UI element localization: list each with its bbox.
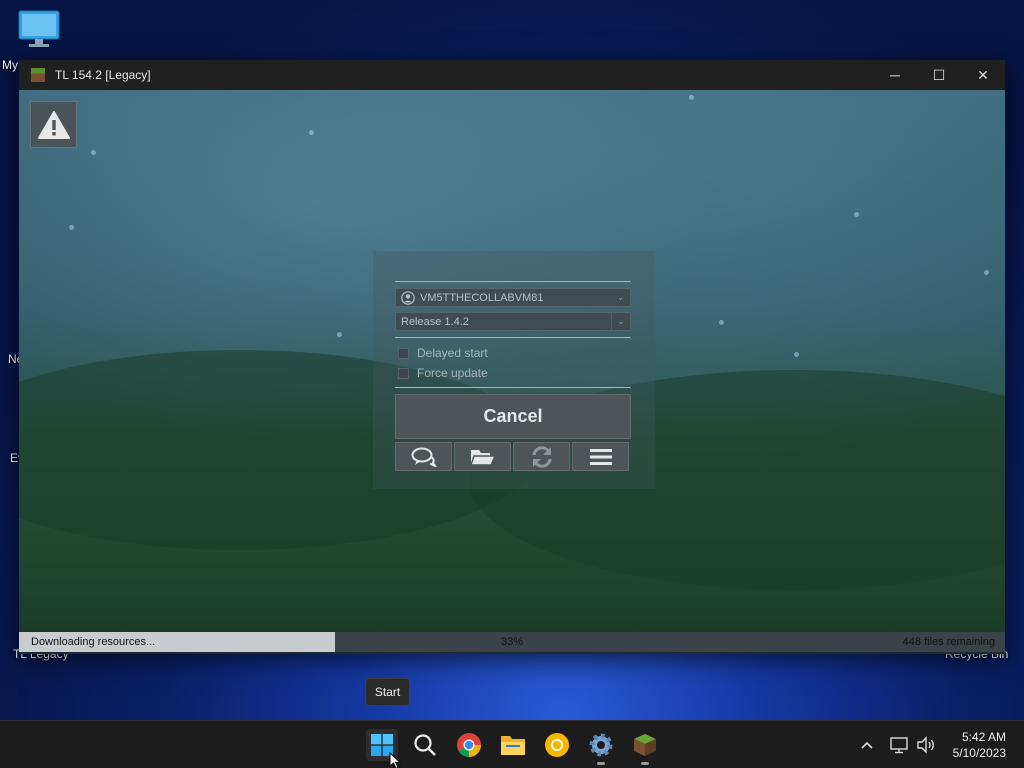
maximize-button[interactable]: ☐	[917, 60, 961, 90]
option-force-update[interactable]: Force update	[398, 366, 488, 380]
divider	[395, 387, 631, 388]
menu-button[interactable]	[572, 442, 629, 471]
snow-particle	[91, 150, 96, 155]
window-title: TL 154.2 [Legacy]	[55, 68, 151, 82]
launcher-panel: VM5TTHECOLLABVM81 ⌄ Release 1.4.2 ⌄ Dela…	[373, 251, 655, 489]
tl-legacy-icon	[634, 734, 656, 756]
running-indicator	[641, 762, 649, 765]
snow-particle	[689, 95, 694, 100]
chevron-up-icon	[861, 741, 873, 749]
delayed-start-checkbox[interactable]	[398, 347, 409, 359]
option-label: Delayed start	[417, 346, 488, 360]
version-select[interactable]: Release 1.4.2 ⌄	[395, 312, 631, 331]
progress-percent: 33%	[501, 636, 524, 648]
chrome-button[interactable]	[455, 731, 483, 759]
chrome-icon	[457, 733, 481, 757]
chrome-canary-icon	[545, 733, 569, 757]
desktop-icon-this-pc[interactable]	[18, 10, 60, 53]
option-delayed-start[interactable]: Delayed start	[398, 346, 488, 360]
close-button[interactable]: ✕	[961, 60, 1005, 90]
file-explorer-button[interactable]	[499, 731, 527, 759]
chrome-canary-button[interactable]	[543, 731, 571, 759]
clock-date: 5/10/2023	[952, 746, 1006, 760]
settings-button[interactable]	[587, 731, 615, 765]
account-name: VM5TTHECOLLABVM81	[420, 291, 544, 304]
show-hidden-icons-button[interactable]	[860, 721, 874, 768]
search-icon	[414, 734, 436, 756]
download-progress-bar: Downloading resources... 33% 448 files r…	[19, 632, 1005, 652]
folder-icon	[469, 449, 496, 466]
desktop-icon-label: My	[2, 58, 18, 72]
window-titlebar[interactable]: TL 154.2 [Legacy] ─ ☐ ✕	[19, 60, 1005, 90]
refresh-icon	[532, 445, 551, 468]
minimize-button[interactable]: ─	[873, 60, 917, 90]
snow-particle	[984, 270, 989, 275]
network-button[interactable]	[890, 721, 910, 768]
chevron-down-icon: ⌄	[611, 313, 630, 330]
snow-particle	[69, 225, 74, 230]
snow-particle	[794, 352, 799, 357]
snow-particle	[337, 332, 342, 337]
divider	[395, 337, 631, 338]
option-label: Force update	[417, 366, 488, 380]
chat-icon	[411, 447, 437, 467]
search-button[interactable]	[411, 731, 439, 759]
snow-particle	[854, 212, 859, 217]
launcher-window: TL 154.2 [Legacy] ─ ☐ ✕ VM5TTHECOLLABVM8…	[19, 60, 1005, 654]
taskbar: 5:42 AM 5/10/2023	[0, 720, 1024, 768]
version-name: Release 1.4.2	[401, 315, 469, 328]
chevron-down-icon: ⌄	[616, 292, 625, 302]
user-icon	[401, 290, 415, 305]
open-folder-button[interactable]	[454, 442, 511, 471]
volume-icon	[917, 736, 934, 754]
cancel-button[interactable]: Cancel	[395, 394, 631, 439]
mouse-cursor-icon	[389, 752, 401, 768]
divider	[395, 281, 631, 282]
progress-status: Downloading resources...	[31, 636, 156, 648]
running-indicator	[597, 762, 605, 765]
snow-particle	[309, 130, 314, 135]
account-select[interactable]: VM5TTHECOLLABVM81 ⌄	[395, 288, 631, 307]
system-clock[interactable]: 5:42 AM 5/10/2023	[953, 729, 1006, 761]
file-explorer-icon	[501, 736, 525, 755]
volume-button[interactable]	[916, 721, 936, 768]
chat-button[interactable]	[395, 442, 452, 471]
clock-time: 5:42 AM	[961, 730, 1006, 744]
refresh-button[interactable]	[513, 442, 570, 471]
network-icon	[890, 737, 908, 754]
files-remaining: 448 files remaining	[902, 636, 995, 648]
snow-particle	[719, 320, 724, 325]
monitor-icon	[18, 10, 60, 47]
tl-legacy-button[interactable]	[631, 731, 659, 765]
force-update-checkbox[interactable]	[398, 367, 409, 379]
menu-icon	[589, 448, 612, 465]
grass-block-icon	[31, 68, 45, 82]
warning-button[interactable]	[30, 101, 77, 148]
start-tooltip: Start	[365, 678, 410, 706]
warning-icon	[37, 110, 70, 139]
launcher-background: VM5TTHECOLLABVM81 ⌄ Release 1.4.2 ⌄ Dela…	[19, 90, 1005, 632]
settings-icon	[589, 733, 613, 757]
